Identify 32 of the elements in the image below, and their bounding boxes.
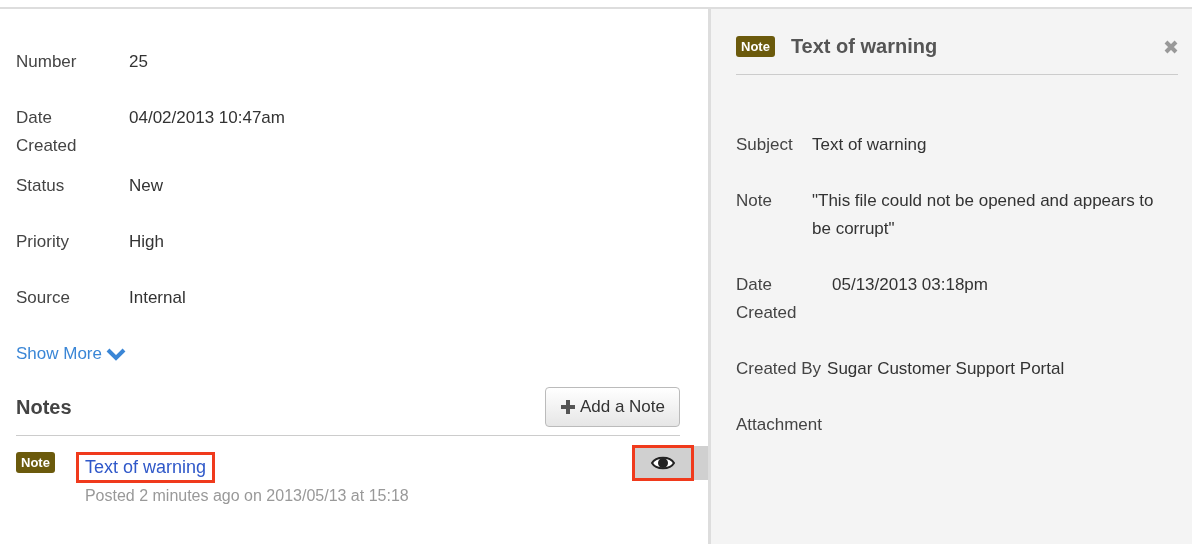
field-label: Note: [736, 190, 773, 212]
note-badge: Note: [736, 36, 775, 57]
eye-icon: [651, 455, 675, 471]
note-badge: Note: [16, 452, 55, 473]
field-value: New: [129, 175, 163, 197]
show-more-link[interactable]: Show More: [16, 344, 126, 364]
field-value: Text of warning: [812, 134, 927, 156]
field-label: Attachment: [736, 414, 822, 436]
add-note-button[interactable]: Add a Note: [544, 387, 680, 427]
field-label: Subject: [736, 134, 794, 156]
field-value: "This file could not be opened and appears to be corrupt": [812, 190, 1155, 240]
field-value: High: [129, 231, 164, 253]
field-label: Date Created: [16, 107, 78, 157]
note-meta: Posted 2 minutes ago on 2013/05/13 at 15:18: [84, 487, 410, 505]
close-icon[interactable]: [1164, 39, 1178, 54]
field-value: 04/02/2013 10:47am: [129, 107, 285, 129]
field-label: Date Created: [736, 274, 798, 324]
section-title: Notes: [16, 395, 72, 419]
field-label: Source: [16, 287, 71, 309]
field-label: Created By: [736, 358, 822, 380]
field-value: Sugar Customer Support Portal: [827, 358, 1065, 380]
plus-icon: [559, 399, 576, 415]
preview-title: Text of warning: [790, 35, 939, 58]
field-value: 25: [129, 51, 148, 73]
field-label: Status: [16, 175, 66, 197]
chevron-down-icon: [106, 347, 126, 361]
preview-button[interactable]: [632, 445, 694, 481]
field-label: Number: [16, 51, 78, 73]
field-label: Priority: [16, 231, 70, 253]
field-value: 05/13/2013 03:18pm: [832, 274, 988, 296]
field-value: Internal: [129, 287, 186, 309]
note-title-link[interactable]: Text of warning: [75, 452, 215, 483]
